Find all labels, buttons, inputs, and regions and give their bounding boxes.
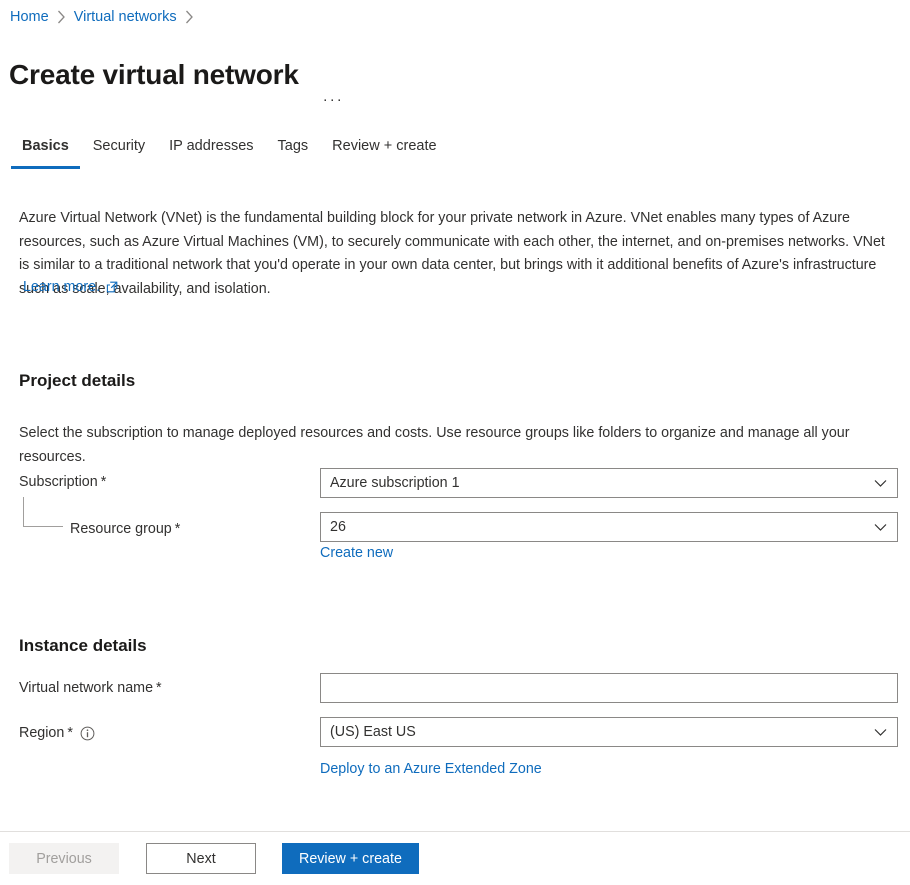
subscription-label-text: Subscription [19, 474, 98, 490]
review-create-button[interactable]: Review + create [282, 843, 419, 874]
chevron-right-icon-2 [185, 10, 194, 24]
wizard-footer: Previous Next Review + create [0, 832, 910, 885]
tab-basics[interactable]: Basics [10, 131, 81, 169]
chevron-down-icon [871, 523, 889, 532]
deploy-extended-zone-link[interactable]: Deploy to an Azure Extended Zone [320, 761, 542, 777]
virtual-network-name-input[interactable] [320, 673, 898, 703]
vnet-description: Azure Virtual Network (VNet) is the fund… [19, 210, 885, 297]
virtual-network-name-label-text: Virtual network name [19, 680, 154, 696]
chevron-down-icon [871, 728, 889, 737]
next-button[interactable]: Next [146, 843, 256, 874]
resource-group-label-text: Resource group [70, 521, 172, 537]
breadcrumb-item-home[interactable]: Home [10, 7, 49, 27]
tab-tags[interactable]: Tags [266, 131, 321, 161]
more-actions-icon[interactable]: ··· [323, 91, 344, 108]
wizard-tabs: Basics Security IP addresses Tags Review… [10, 131, 449, 169]
resource-group-dropdown[interactable]: 26 [320, 512, 898, 542]
project-details-description: Select the subscription to manage deploy… [19, 425, 850, 465]
project-details-heading: Project details [19, 371, 136, 391]
region-label: Region * [19, 725, 95, 741]
info-icon[interactable] [80, 726, 95, 741]
tab-review-create[interactable]: Review + create [320, 131, 448, 161]
tab-security[interactable]: Security [81, 131, 157, 161]
resource-group-label: Resource group * [70, 521, 180, 537]
page-header: Create virtual network ··· [9, 38, 344, 112]
subscription-dropdown[interactable]: Azure subscription 1 [320, 468, 898, 498]
create-virtual-network-page: Home Virtual networks Create virtual net… [0, 0, 910, 885]
chevron-right-icon [57, 10, 66, 24]
external-link-icon [106, 281, 118, 293]
resource-group-tree-connector [23, 497, 63, 527]
breadcrumb-item-virtual-networks[interactable]: Virtual networks [74, 7, 177, 27]
region-value: (US) East US [330, 724, 416, 740]
region-required-marker: * [67, 725, 73, 741]
subscription-label: Subscription * [19, 474, 106, 490]
subscription-required-marker: * [100, 474, 107, 490]
resource-group-value: 26 [330, 519, 346, 535]
learn-more-label: Learn more. [23, 279, 101, 295]
page-title: Create virtual network [9, 58, 299, 90]
tab-ip-addresses[interactable]: IP addresses [157, 131, 265, 161]
breadcrumb: Home Virtual networks [10, 7, 202, 27]
chevron-down-icon [871, 479, 889, 488]
subscription-value: Azure subscription 1 [330, 475, 460, 491]
virtual-network-name-label: Virtual network name * [19, 680, 162, 696]
virtual-network-name-required-marker: * [156, 680, 162, 696]
resource-group-required-marker: * [174, 521, 181, 537]
learn-more-link[interactable]: Learn more. [23, 279, 118, 295]
region-dropdown[interactable]: (US) East US [320, 717, 898, 747]
instance-details-heading: Instance details [19, 636, 147, 656]
previous-button[interactable]: Previous [9, 843, 119, 874]
region-label-text: Region [19, 725, 65, 741]
create-new-resource-group-link[interactable]: Create new [320, 545, 393, 561]
